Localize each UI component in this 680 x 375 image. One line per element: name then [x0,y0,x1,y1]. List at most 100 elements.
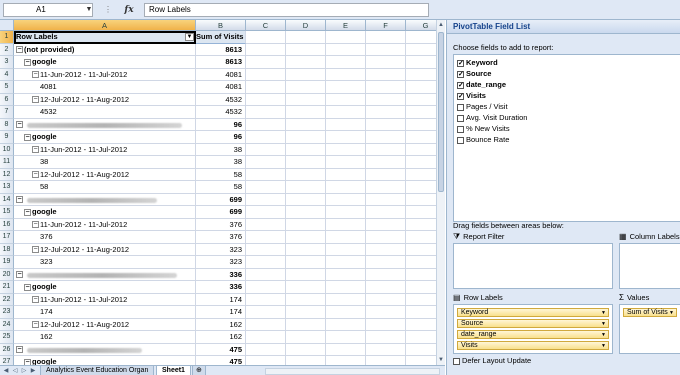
empty-cell[interactable] [406,294,436,306]
row-header[interactable]: 3 [0,56,14,69]
empty-cell[interactable] [326,93,366,106]
column-header-c[interactable]: C [246,20,286,31]
empty-cell[interactable] [366,106,406,119]
empty-cell[interactable] [366,256,406,269]
row-header[interactable]: 1 [0,31,14,44]
empty-cell[interactable] [366,81,406,94]
checked-checkbox-icon[interactable]: ✓ [457,81,464,89]
row-header[interactable]: 20 [0,268,14,281]
collapse-icon[interactable]: − [32,146,39,154]
value-cell[interactable]: 38 [196,143,246,156]
first-sheet-icon[interactable]: ◀ [2,366,10,375]
field-item[interactable]: ✓ Keyword [457,58,498,68]
name-box[interactable]: A1 [3,3,93,17]
value-cell[interactable]: 699 [196,193,246,206]
collapse-icon[interactable]: − [24,133,31,141]
column-header-d[interactable]: D [286,20,326,31]
empty-cell[interactable] [326,106,366,119]
empty-cell[interactable] [326,243,366,256]
value-cell[interactable]: 4081 [196,81,246,94]
value-cell[interactable]: 376 [196,231,246,244]
value-cell[interactable]: 4532 [196,93,246,106]
empty-cell[interactable] [326,181,366,194]
empty-cell[interactable] [366,356,406,365]
empty-cell[interactable] [246,168,286,181]
row-header[interactable]: 16 [0,218,14,231]
empty-cell[interactable] [406,206,436,219]
empty-cell[interactable] [326,31,366,44]
row-label-cell[interactable]: 376 [14,231,196,244]
empty-cell[interactable] [286,268,326,281]
collapse-icon[interactable]: − [32,171,39,179]
collapse-icon[interactable]: − [16,46,23,54]
empty-cell[interactable] [246,68,286,81]
empty-cell[interactable] [246,31,286,44]
empty-cell[interactable] [406,244,436,256]
value-cell[interactable]: 323 [196,243,246,256]
empty-cell[interactable] [406,44,436,56]
last-sheet-icon[interactable]: ▶ [29,366,37,375]
value-cell[interactable]: 475 [196,356,246,365]
checked-checkbox-icon[interactable]: ✓ [457,59,464,67]
empty-cell[interactable] [246,243,286,256]
collapse-icon[interactable]: − [32,96,39,104]
scroll-up-icon[interactable]: ▲ [437,20,445,30]
select-all-corner[interactable] [0,20,14,31]
empty-cell[interactable] [366,293,406,306]
empty-cell[interactable] [286,306,326,319]
collapse-icon[interactable]: − [16,271,23,279]
empty-cell[interactable] [406,156,436,169]
empty-cell[interactable] [246,181,286,194]
report-filter-area[interactable] [453,243,613,289]
row-label-cell[interactable]: − google [14,131,196,144]
empty-cell[interactable] [246,306,286,319]
empty-cell[interactable] [406,56,436,69]
empty-cell[interactable] [286,243,326,256]
empty-cell[interactable] [366,206,406,219]
row-label-cell[interactable]: −12-Jul-2012 - 11-Aug-2012 [14,168,196,181]
empty-cell[interactable] [406,219,436,231]
collapse-icon[interactable]: − [32,71,39,79]
empty-cell[interactable] [326,206,366,219]
empty-cell[interactable] [326,293,366,306]
empty-cell[interactable] [406,231,436,244]
row-label-cell[interactable]: − (not provided) [14,43,196,56]
empty-cell[interactable] [366,218,406,231]
checked-checkbox-icon[interactable]: ✓ [457,92,464,100]
empty-cell[interactable] [366,131,406,144]
value-cell[interactable]: 376 [196,218,246,231]
empty-cell[interactable] [366,143,406,156]
empty-cell[interactable] [366,231,406,244]
empty-cell[interactable] [246,56,286,69]
empty-cell[interactable] [286,43,326,56]
empty-cell[interactable] [246,106,286,119]
value-cell[interactable]: 174 [196,293,246,306]
scroll-down-icon[interactable]: ▼ [437,355,445,365]
empty-cell[interactable] [406,344,436,356]
row-header[interactable]: 21 [0,281,14,294]
empty-cell[interactable] [286,56,326,69]
row-label-cell[interactable]: −11-Jun-2012 - 11-Jul-2012 [14,68,196,81]
collapse-icon[interactable]: − [16,121,23,129]
empty-cell[interactable] [286,168,326,181]
empty-cell[interactable] [286,293,326,306]
checkbox-icon[interactable] [457,114,464,122]
empty-cell[interactable] [406,181,436,194]
empty-cell[interactable] [366,118,406,131]
name-box-dropdown-icon[interactable]: ▼ [84,3,94,17]
empty-cell[interactable] [366,193,406,206]
row-header[interactable]: 18 [0,243,14,256]
row-labels-area[interactable]: Keyword ▼ Source ▼ date_range ▼ Visits ▼ [453,304,613,354]
values-area[interactable]: Sum of Visits ▼ [619,304,680,354]
checked-checkbox-icon[interactable]: ✓ [457,70,464,78]
defer-layout-update[interactable]: Defer Layout Update [453,356,531,365]
collapse-icon[interactable]: − [32,321,39,329]
area-field-pill[interactable]: date_range ▼ [457,330,609,339]
field-item[interactable]: % New Visits [457,124,510,134]
row-header[interactable]: 26 [0,343,14,356]
empty-cell[interactable] [326,131,366,144]
row-header[interactable]: 6 [0,93,14,106]
row-header[interactable]: 15 [0,206,14,219]
row-label-cell[interactable]: − google [14,281,196,294]
value-cell[interactable]: 336 [196,281,246,294]
